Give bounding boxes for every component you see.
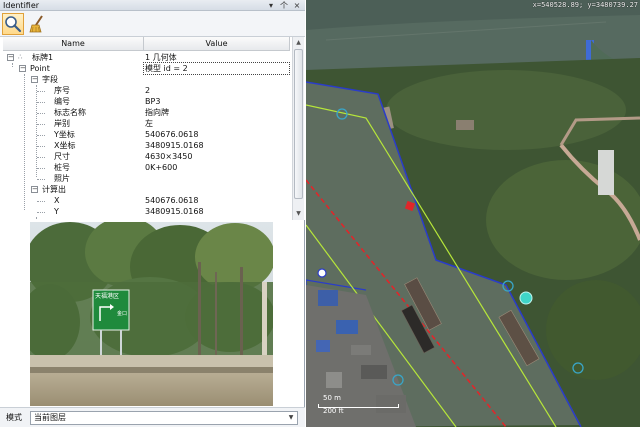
- row-value: 540676.0618: [145, 196, 199, 205]
- aerial-map: [306, 0, 640, 427]
- grid-row[interactable]: 岸别 左: [0, 118, 292, 129]
- sign-text-mid: 金口: [117, 310, 127, 317]
- close-icon[interactable]: ×: [292, 0, 302, 11]
- row-name: 标牌1: [32, 53, 54, 62]
- row-value: 0K+600: [145, 163, 178, 172]
- grid-row[interactable]: 尺寸 4630×3450: [0, 151, 292, 162]
- row-name: 序号: [54, 86, 70, 95]
- grid-row[interactable]: 桩号 0K+600: [0, 162, 292, 173]
- value-column-header[interactable]: Value: [144, 37, 290, 51]
- tree-toggle-icon[interactable]: −: [7, 54, 14, 61]
- row-name: 照片: [54, 174, 70, 183]
- grid-row[interactable]: X坐标 3480915.0168: [0, 140, 292, 151]
- grid-row[interactable]: − 计算出: [0, 184, 292, 195]
- grid-row[interactable]: − Point 模型 id = 2: [0, 62, 292, 75]
- coordinate-readout: x=540528.89; y=3480739.27: [532, 1, 638, 9]
- name-column-header[interactable]: Name: [3, 37, 144, 51]
- scale-bar: 50 m 200 ft: [315, 393, 403, 417]
- sign-text-top: 天福港区: [95, 292, 119, 300]
- tree-connector: [37, 157, 45, 158]
- row-name: Point: [30, 64, 50, 73]
- row-value: 4630×3450: [145, 152, 193, 161]
- row-value: 540676.0618: [145, 130, 199, 139]
- grid-row[interactable]: − ∴ 标牌1 1 几何体: [0, 52, 292, 63]
- pin-icon[interactable]: 个: [279, 0, 289, 11]
- row-value: 2: [145, 86, 151, 95]
- mode-selected-value: 当前图层: [34, 413, 66, 422]
- tree-connector: [37, 113, 45, 114]
- grid-header: Name Value: [3, 37, 290, 51]
- mode-select[interactable]: 当前图层 ▼: [30, 411, 298, 425]
- tree-connector: [37, 102, 45, 103]
- grid-rows: − ∴ 标牌1 1 几何体 − Point 模型 id = 2− 字段 序号 2 编号 BP3 标志名称…: [0, 52, 292, 217]
- row-name: 岸别: [54, 119, 70, 128]
- tree-connector: [37, 201, 45, 202]
- identifier-panel: Identifier ▾ 个 × Name Value − ∴ 标牌1 1 几何…: [0, 0, 305, 427]
- grid-row[interactable]: Y坐标 540676.0618: [0, 129, 292, 140]
- scroll-thumb[interactable]: [294, 49, 303, 199]
- map-view[interactable]: x=540528.89; y=3480739.27 50 m 200 ft: [306, 0, 640, 427]
- panel-title: Identifier: [3, 1, 40, 10]
- row-value: 模型 id = 2: [143, 62, 290, 75]
- magnifier-icon: [5, 16, 22, 33]
- scroll-up-icon[interactable]: ▲: [293, 37, 304, 48]
- chevron-down-icon[interactable]: ▼: [286, 413, 296, 423]
- tree-toggle-icon[interactable]: −: [19, 65, 26, 72]
- row-name: Y坐标: [54, 130, 75, 139]
- row-name: 标志名称: [54, 108, 86, 117]
- scale-top-label: 50 m: [323, 394, 341, 402]
- geometry-icon: ∴: [18, 53, 23, 61]
- row-name: 字段: [42, 75, 58, 84]
- panel-dropdown-icon[interactable]: ▾: [266, 0, 276, 11]
- property-grid: Name Value − ∴ 标牌1 1 几何体 − Point 模型 id = 2− 字段序…: [0, 37, 305, 220]
- tree-connector: [37, 146, 45, 147]
- scroll-down-icon[interactable]: ▼: [293, 208, 304, 219]
- row-value: 左: [145, 119, 153, 128]
- grid-row[interactable]: 标志名称 指向牌: [0, 107, 292, 118]
- broom-icon: [29, 15, 43, 33]
- mode-bar: 模式 当前图层 ▼: [0, 407, 305, 427]
- tree-connector: [37, 135, 45, 136]
- sign-photo-image: 天福港区 金口: [30, 222, 273, 406]
- row-name: 尺寸: [54, 152, 70, 161]
- mode-label: 模式: [6, 413, 22, 422]
- row-value: BP3: [145, 97, 161, 106]
- row-name: 编号: [54, 97, 70, 106]
- grid-row[interactable]: 照片: [0, 173, 292, 184]
- grid-row[interactable]: X 540676.0618: [0, 195, 292, 206]
- tree-toggle-icon[interactable]: −: [31, 76, 38, 83]
- row-value: 3480915.0168: [145, 141, 204, 150]
- row-name: 计算出: [42, 185, 66, 194]
- row-name: X: [54, 196, 60, 205]
- tree-connector: [37, 91, 45, 92]
- grid-row[interactable]: − 字段: [0, 74, 292, 85]
- row-value: 3480915.0168: [145, 207, 204, 216]
- row-value: 1 几何体: [145, 53, 177, 62]
- tree-guide: [36, 217, 37, 220]
- tree-connector: [37, 124, 45, 125]
- sign-photo: 天福港区 金口: [30, 222, 273, 406]
- row-name: Y: [54, 207, 59, 216]
- panel-toolbar: [0, 11, 305, 37]
- tree-connector: [37, 168, 45, 169]
- scale-bottom-label: 200 ft: [323, 407, 344, 415]
- row-value: 指向牌: [145, 108, 169, 117]
- grid-vertical-scrollbar[interactable]: ▲ ▼: [292, 37, 304, 220]
- clear-button[interactable]: [27, 13, 49, 35]
- grid-row[interactable]: 编号 BP3: [0, 96, 292, 107]
- grid-row[interactable]: 序号 2: [0, 85, 292, 96]
- tree-toggle-icon[interactable]: −: [31, 186, 38, 193]
- panel-titlebar: Identifier ▾ 个 ×: [0, 0, 305, 11]
- row-name: X坐标: [54, 141, 76, 150]
- tree-connector: [37, 212, 45, 213]
- identify-button[interactable]: [2, 13, 24, 35]
- grid-row[interactable]: Y 3480915.0168: [0, 206, 292, 217]
- tree-connector: [37, 179, 45, 180]
- row-name: 桩号: [54, 163, 70, 172]
